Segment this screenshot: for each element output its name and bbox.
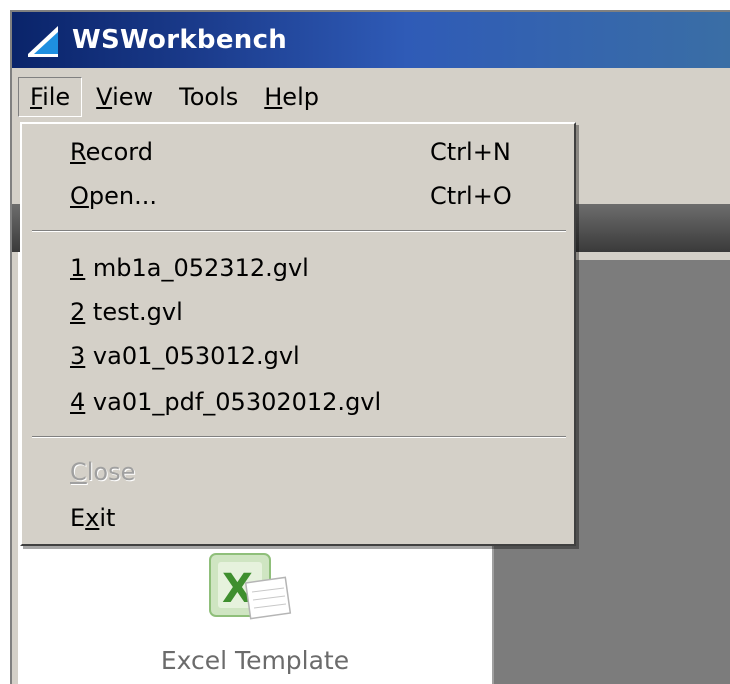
- wsworkbench-logo-icon: [28, 26, 58, 57]
- open-hotkey: O: [70, 182, 89, 210]
- menu-item-close: Close: [22, 450, 574, 494]
- open-shortcut: Ctrl+O: [430, 182, 512, 210]
- menu-file-hotkey: F: [30, 83, 43, 111]
- close-text: lose: [86, 458, 136, 486]
- excel-icon[interactable]: X: [208, 552, 292, 624]
- recent-file-number: 4: [70, 388, 86, 416]
- exit-text-end: it: [99, 504, 116, 532]
- recent-file-4[interactable]: 4 va01_pdf_05302012.gvl: [22, 380, 574, 424]
- recent-file-name: mb1a_052312.gvl: [85, 254, 309, 282]
- menu-view-label: iew: [112, 83, 154, 111]
- record-shortcut: Ctrl+N: [430, 138, 511, 166]
- record-hotkey: R: [70, 138, 86, 166]
- menu-bar: File View Tools Help: [12, 68, 730, 126]
- menu-view-hotkey: V: [96, 83, 113, 111]
- exit-hotkey: x: [85, 504, 100, 532]
- recent-file-3[interactable]: 3 va01_053012.gvl: [22, 334, 574, 378]
- title-bar[interactable]: WSWorkbench: [12, 12, 730, 68]
- menu-item-exit[interactable]: Exit: [22, 496, 574, 540]
- exit-label: Exit: [70, 504, 115, 532]
- menu-separator: [32, 436, 566, 438]
- menu-item-open[interactable]: Open... Ctrl+O: [22, 174, 574, 218]
- recent-file-label: 1 mb1a_052312.gvl: [70, 254, 309, 282]
- exit-text-start: E: [70, 504, 86, 532]
- menu-help-hotkey: H: [264, 83, 283, 111]
- recent-file-label: 3 va01_053012.gvl: [70, 342, 300, 370]
- recent-file-1[interactable]: 1 mb1a_052312.gvl: [22, 246, 574, 290]
- menu-help-label: elp: [282, 83, 319, 111]
- recent-file-name: va01_pdf_05302012.gvl: [85, 388, 382, 416]
- menu-file[interactable]: File: [18, 77, 83, 117]
- recent-file-label: 2 test.gvl: [70, 298, 183, 326]
- recent-file-name: va01_053012.gvl: [85, 342, 300, 370]
- open-text: pen...: [88, 182, 157, 210]
- menu-separator: [32, 230, 566, 232]
- menu-file-label: ile: [42, 83, 71, 111]
- menu-view[interactable]: View: [84, 77, 165, 117]
- window-title: WSWorkbench: [72, 25, 288, 55]
- record-text: ecord: [85, 138, 153, 166]
- menu-item-record[interactable]: Record Ctrl+N: [22, 130, 574, 174]
- recent-file-label: 4 va01_pdf_05302012.gvl: [70, 388, 381, 416]
- close-label: Close: [70, 458, 135, 486]
- menu-help[interactable]: Help: [252, 77, 331, 117]
- close-hotkey: C: [70, 458, 87, 486]
- menu-tools[interactable]: Tools: [167, 77, 250, 117]
- recent-file-2[interactable]: 2 test.gvl: [22, 290, 574, 334]
- excel-template-label[interactable]: Excel Template: [18, 646, 492, 675]
- recent-file-number: 2: [70, 298, 86, 326]
- recent-file-number: 3: [70, 342, 86, 370]
- menu-tools-label: Tools: [179, 83, 239, 111]
- file-menu-dropdown: Record Ctrl+N Open... Ctrl+O 1 mb1a_0523…: [20, 122, 576, 546]
- record-label: Record: [70, 138, 153, 166]
- recent-file-name: test.gvl: [85, 298, 183, 326]
- recent-file-number: 1: [70, 254, 86, 282]
- open-label: Open...: [70, 182, 157, 210]
